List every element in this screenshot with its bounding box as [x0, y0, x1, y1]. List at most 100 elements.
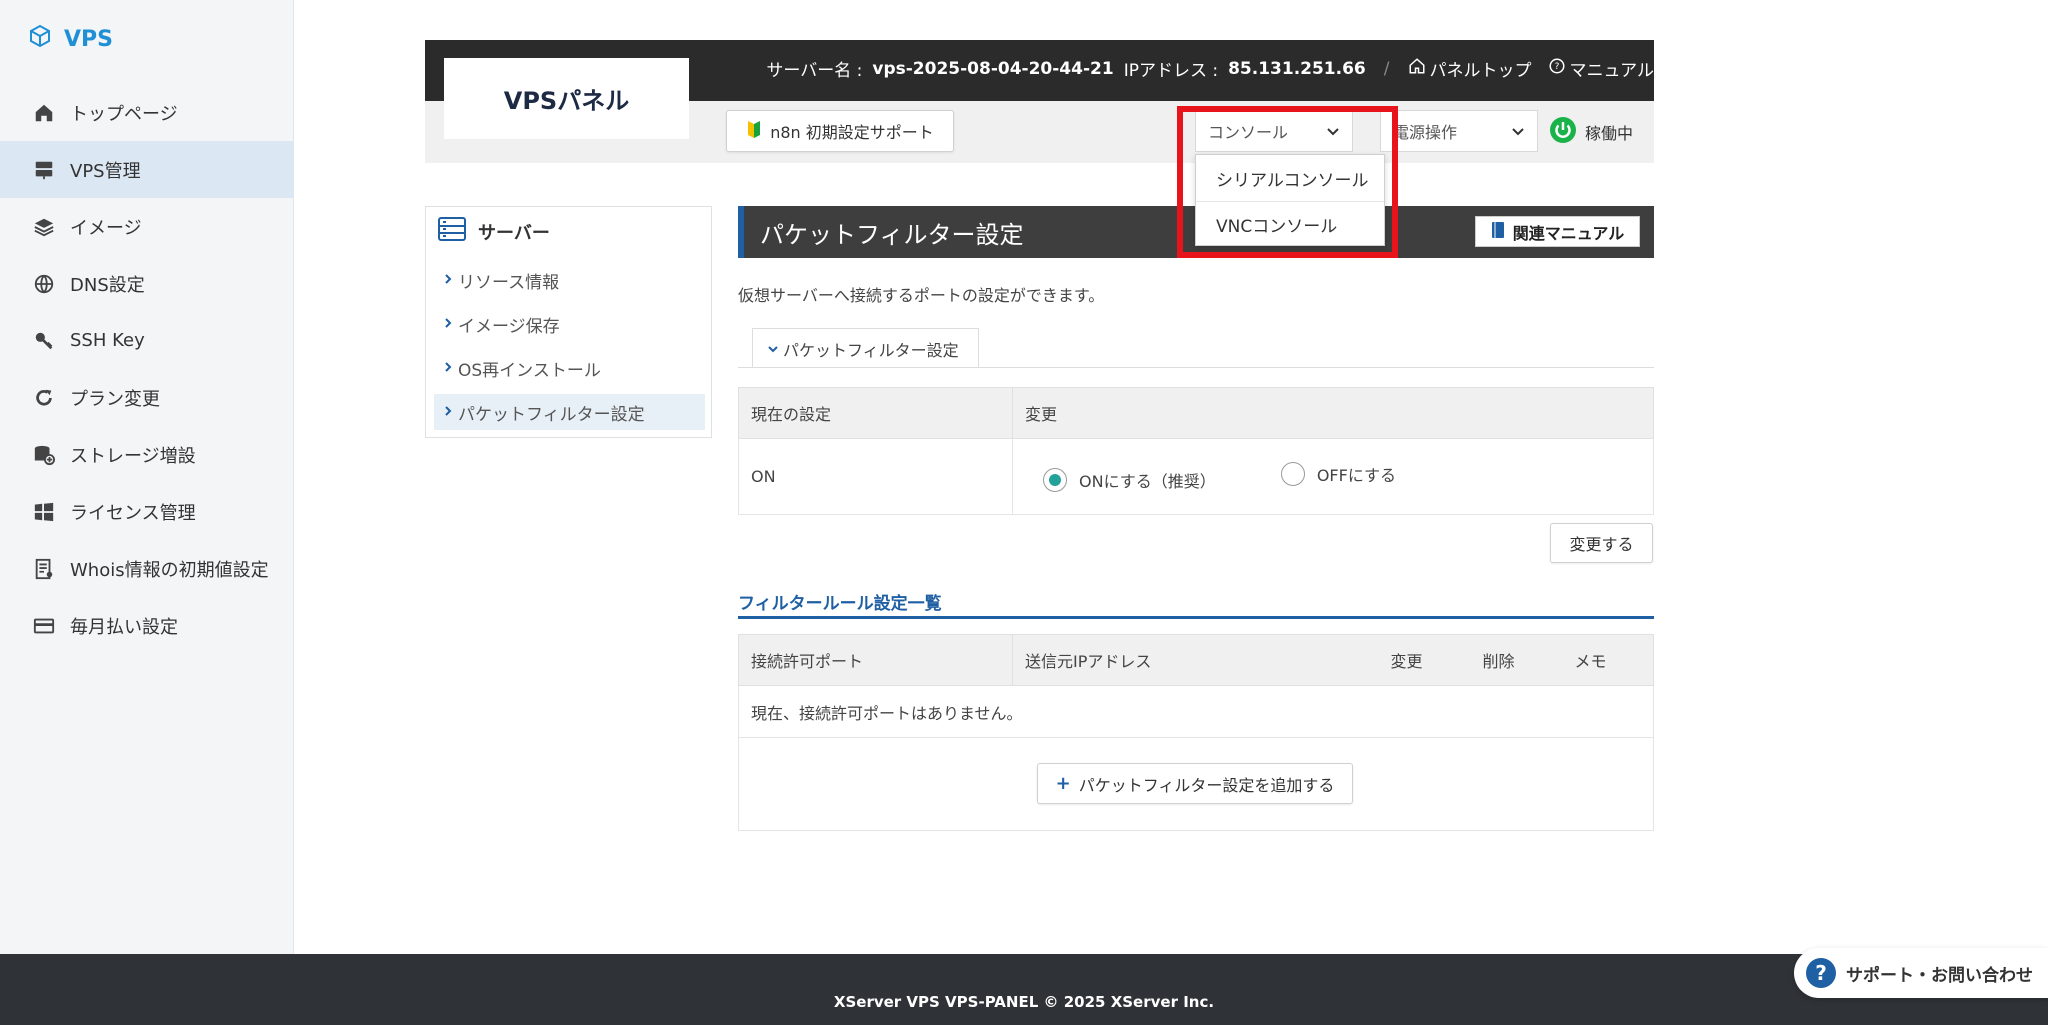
sidebar-item-label: Whois情報の初期値設定 — [70, 559, 269, 581]
radio-off[interactable]: OFFにする — [1280, 461, 1396, 486]
sidebar: VPS トップページ VPS管理 イメージ DNS設定 SSH Key プラン変… — [0, 0, 294, 954]
submenu-item-resources[interactable]: リソース情報 — [434, 262, 705, 298]
chevron-right-icon — [444, 358, 452, 378]
related-manual-button[interactable]: 関連マニュアル — [1475, 216, 1640, 247]
server-icon — [32, 158, 56, 182]
sidebar-item-storage[interactable]: ストレージ増設 — [0, 426, 294, 483]
setting-options: ONにする（推奨） OFFにする — [1012, 438, 1654, 515]
server-info: サーバー名 : vps-2025-08-04-20-44-21 IPアドレス :… — [766, 56, 1654, 81]
footer: XServer VPS VPS-PANEL © 2025 XServer Inc… — [0, 954, 2048, 1025]
sidebar-item-label: ストレージ増設 — [70, 445, 196, 467]
radio-on-indicator[interactable] — [1043, 467, 1067, 492]
column-header: メモ — [1562, 634, 1654, 686]
submenu-item-label: OS再インストール — [458, 360, 601, 381]
empty-rules-message: 現在、接続許可ポートはありません。 — [738, 685, 1654, 738]
n8n-setup-button[interactable]: n8n 初期設定サポート — [726, 110, 954, 152]
server-name: vps-2025-08-04-20-44-21 — [872, 58, 1114, 79]
server-submenu: サーバー リソース情報 イメージ保存 OS再インストール パケットフィルター設定 — [425, 206, 712, 438]
tab-label: パケットフィルター設定 — [783, 340, 959, 360]
sidebar-item-ssh-key[interactable]: SSH Key — [0, 312, 294, 369]
question-icon: ? — [1806, 958, 1836, 988]
radio-on[interactable]: ONにする（推奨） — [1043, 467, 1216, 492]
rules-section-title: フィルタールール設定一覧 — [738, 594, 942, 614]
sidebar-item-vps[interactable]: VPS管理 — [0, 141, 294, 198]
highlight-box — [1177, 106, 1398, 258]
globe-icon — [32, 272, 56, 296]
sidebar-item-label: DNS設定 — [70, 274, 145, 296]
plus-icon: + — [1055, 773, 1071, 794]
document-icon — [32, 557, 56, 581]
radio-on-label: ONにする（推奨） — [1079, 471, 1216, 491]
home-icon — [1408, 57, 1426, 80]
panel-logo[interactable]: VPSパネル — [444, 58, 689, 139]
sidebar-item-label: 毎月払い設定 — [70, 616, 178, 638]
panel-top-label: パネルトップ — [1429, 61, 1532, 81]
tab-divider — [738, 367, 1654, 368]
submenu-item-os-reinstall[interactable]: OS再インストール — [434, 350, 705, 386]
book-icon — [1491, 221, 1505, 243]
column-header: 変更 — [1012, 387, 1654, 439]
cube-icon — [28, 24, 52, 54]
support-contact-button[interactable]: ? サポート・お問い合わせ — [1794, 948, 2048, 998]
manual-link[interactable]: ? マニュアル — [1548, 56, 1655, 81]
sidebar-item-plan[interactable]: プラン変更 — [0, 369, 294, 426]
sidebar-item-dns[interactable]: DNS設定 — [0, 255, 294, 312]
separator: / — [1383, 58, 1390, 79]
help-icon: ? — [1548, 57, 1566, 80]
column-header: 削除 — [1470, 634, 1563, 686]
server-rack-icon — [438, 217, 466, 246]
n8n-setup-label: n8n 初期設定サポート — [770, 123, 934, 142]
tab-packet-filter[interactable]: パケットフィルター設定 — [752, 328, 979, 368]
ip-address: 85.131.251.66 — [1228, 58, 1366, 79]
add-packet-filter-button[interactable]: + パケットフィルター設定を追加する — [1037, 763, 1353, 804]
brand[interactable]: VPS — [28, 24, 113, 54]
submenu-title: サーバー — [438, 217, 550, 246]
radio-off-indicator[interactable] — [1280, 461, 1305, 486]
database-icon — [32, 443, 56, 467]
server-name-label: サーバー名 : — [766, 61, 863, 81]
sidebar-item-label: ライセンス管理 — [70, 502, 196, 524]
status-label: 稼働中 — [1585, 124, 1634, 143]
column-header: 変更 — [1378, 634, 1471, 686]
sidebar-item-monthly-payment[interactable]: 毎月払い設定 — [0, 597, 294, 654]
sidebar-item-label: プラン変更 — [70, 388, 160, 410]
current-setting-value: ON — [738, 438, 1013, 515]
submenu-item-label: リソース情報 — [458, 272, 560, 293]
rules-section-underline — [738, 616, 1654, 619]
apply-change-button[interactable]: 変更する — [1550, 523, 1653, 563]
page-description: 仮想サーバーへ接続するポートの設定ができます。 — [738, 286, 1105, 305]
sidebar-item-whois[interactable]: Whois情報の初期値設定 — [0, 540, 294, 597]
key-icon — [32, 329, 56, 353]
chevron-right-icon — [444, 270, 452, 290]
sidebar-item-label: イメージ — [70, 217, 142, 239]
sidebar-item-image[interactable]: イメージ — [0, 198, 294, 255]
credit-card-icon — [32, 614, 56, 638]
refresh-icon — [32, 386, 56, 410]
sidebar-item-top[interactable]: トップページ — [0, 84, 294, 141]
chevron-right-icon — [444, 314, 452, 334]
submenu-item-image-save[interactable]: イメージ保存 — [434, 306, 705, 342]
chevron-down-icon — [1511, 122, 1525, 141]
chevron-right-icon — [444, 402, 452, 422]
copyright: XServer VPS VPS-PANEL © 2025 XServer Inc… — [833, 993, 1215, 1011]
sidebar-item-label: トップページ — [70, 103, 178, 125]
server-status: 稼働中 — [1549, 116, 1633, 148]
power-select-value: 電源操作 — [1393, 123, 1458, 142]
beginner-mark-icon — [746, 119, 762, 143]
manual-label: マニュアル — [1569, 61, 1655, 81]
ip-label: IPアドレス : — [1123, 61, 1219, 81]
submenu-item-label: イメージ保存 — [458, 316, 560, 337]
sidebar-item-label: VPS管理 — [70, 160, 141, 182]
panel-logo-label: VPSパネル — [503, 87, 630, 115]
chevron-down-icon — [767, 339, 779, 358]
svg-text:?: ? — [1554, 62, 1559, 72]
power-select[interactable]: 電源操作 — [1380, 110, 1538, 152]
support-contact-label: サポート・お問い合わせ — [1846, 965, 2033, 986]
submenu-item-packet-filter[interactable]: パケットフィルター設定 — [434, 394, 705, 430]
submenu-title-label: サーバー — [478, 222, 550, 244]
panel-top-link[interactable]: パネルトップ — [1408, 56, 1532, 81]
page-title-label: パケットフィルター設定 — [760, 220, 1024, 249]
settings-table: 現在の設定 変更 ON ONにする（推奨） OFFにする — [738, 387, 1654, 515]
windows-icon — [32, 500, 56, 524]
sidebar-item-license[interactable]: ライセンス管理 — [0, 483, 294, 540]
